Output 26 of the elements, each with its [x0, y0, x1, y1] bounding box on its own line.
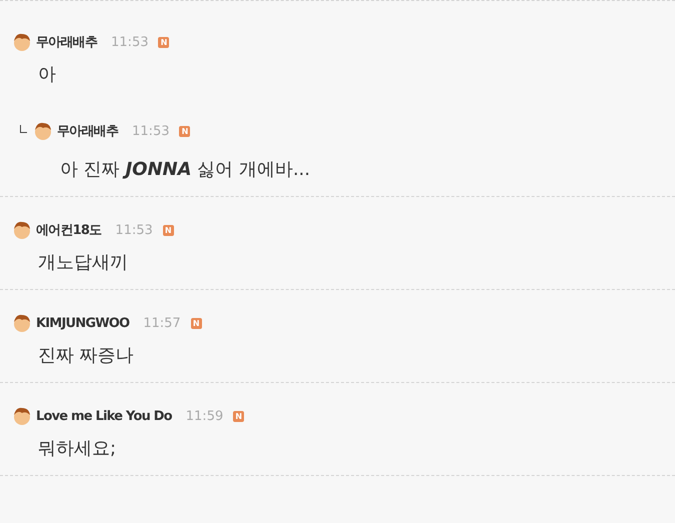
author-name[interactable]: KIMJUNGWOO	[36, 316, 130, 330]
reply-corner-icon	[20, 125, 27, 133]
author-name[interactable]: Love me Like You Do	[36, 408, 172, 424]
author-name[interactable]: 무아래배추	[36, 33, 98, 51]
comment-text: 진짜 짜증나	[38, 344, 135, 368]
new-badge: N	[158, 36, 170, 48]
comment-text: 뭐하세요;	[38, 437, 118, 461]
comment-text: 개노답새끼	[38, 251, 129, 275]
new-badge: N	[233, 410, 244, 422]
author-name[interactable]: 무아래배추	[57, 122, 118, 140]
new-badge: N	[162, 224, 174, 236]
avatar-icon	[12, 32, 32, 52]
avatar-icon	[12, 220, 32, 240]
comment-time: 11:53	[111, 34, 148, 50]
comment-time: 11:53	[132, 124, 170, 138]
avatar-icon	[12, 313, 32, 333]
comment-text: 아	[38, 63, 57, 87]
avatar-icon	[33, 121, 53, 141]
avatar-icon	[12, 406, 32, 426]
comment-time: 11:53	[115, 222, 153, 238]
new-badge: N	[190, 318, 202, 328]
comment-time: 11:59	[186, 408, 224, 424]
author-name[interactable]: 에어컨18도	[36, 221, 102, 239]
comment-text: 아 진짜 JONNA 싫어 개에바...	[60, 158, 312, 182]
comment-time: 11:57	[143, 316, 181, 330]
new-badge: N	[179, 126, 190, 136]
